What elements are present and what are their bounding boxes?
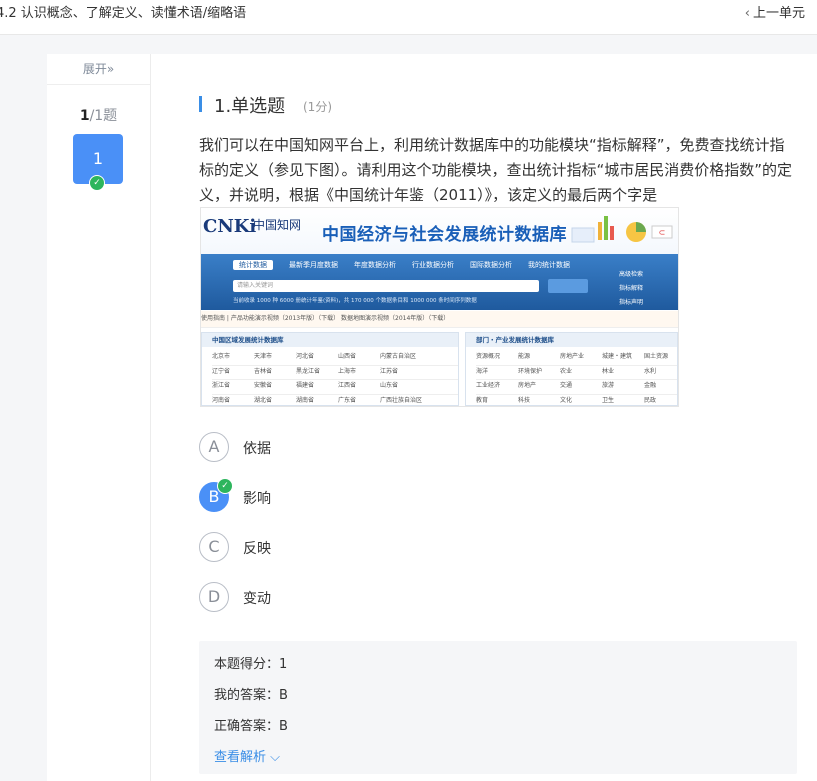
- figure-title: 中国经济与社会发展统计数据库: [322, 225, 567, 245]
- expand-button[interactable]: 展开»: [47, 54, 150, 85]
- view-analysis-link[interactable]: 查看解析 ⌵: [214, 746, 280, 765]
- question-main: 1.单选题 (1分) 我们可以在中国知网平台上，利用统计数据库中的功能模块“指标…: [151, 54, 817, 781]
- question-score: (1分): [303, 100, 332, 114]
- figure-grid-row: 河南省 湖北省 湖南省 广东省 广西壮族自治区: [212, 395, 458, 407]
- figure-side-links: 高级检索 指标解释 指标声明: [619, 268, 643, 310]
- figure-tab: 国际数据分析: [470, 261, 512, 269]
- score-line: 本题得分：1: [214, 657, 288, 672]
- option-letter-d: D: [199, 582, 229, 612]
- counter-current: 1: [79, 108, 90, 124]
- figure-grid-row: 工业经济 房地产 交通 旅游 金融: [476, 380, 677, 395]
- question-number-button[interactable]: 1 ✓: [73, 134, 123, 191]
- figure-hint: 当前收录 1000 种 6000 册统计年鉴(资料)，共 170 000 个数据…: [233, 298, 477, 304]
- figure-search-input: 请输入关键词: [233, 280, 539, 292]
- option-text-a: 依据: [243, 441, 271, 457]
- question-title: 1.单选题: [214, 96, 286, 117]
- question-figure: CNKi 中国知网 中国经济与社会发展统计数据库 ⊂ 统计数据 最新季月度数据 年度…: [200, 207, 679, 407]
- unit-title: 4.2 认识概念、了解定义、读懂术语/缩略语: [0, 6, 247, 21]
- figure-grid-row: 教育 科技 文化 卫生 民政: [476, 395, 677, 407]
- figure-search-band: 统计数据 最新季月度数据 年度数据分析 行业数据分析 国际数据分析 我的统计数据 请输入关…: [201, 254, 678, 310]
- figure-tab: 最新季月度数据: [289, 261, 338, 269]
- figure-tabs: 统计数据 最新季月度数据 年度数据分析 行业数据分析 国际数据分析 我的统计数据: [233, 260, 586, 270]
- question-number: 1: [92, 149, 104, 168]
- figure-grid-row: 辽宁省 吉林省 黑龙江省 上海市 江苏省: [212, 366, 458, 380]
- figure-guide-band: 使用指南 | 产品功能演示视频（2013年版）（下载） 数据地图演示视频（201…: [201, 311, 678, 328]
- figure-tab: 行业数据分析: [412, 261, 454, 269]
- svg-text:⊂: ⊂: [659, 228, 666, 237]
- chevron-left-icon: ‹: [744, 6, 750, 21]
- figure-side-link: 指标解释: [619, 285, 644, 292]
- figure-side-link: 指标声明: [619, 299, 644, 306]
- view-analysis-label: 查看解析: [214, 750, 267, 765]
- option-letter-c: C: [199, 532, 229, 562]
- figure-grid-row: 资源概况 能源 房地产业 城建・建筑 国土资源: [476, 351, 677, 366]
- my-answer: 我的答案：B: [214, 688, 288, 703]
- figure-search-button: [548, 279, 588, 293]
- figure-tab: 统计数据: [233, 260, 273, 270]
- option-letter-a: A: [199, 432, 229, 462]
- question-counter: 1/1题: [47, 105, 150, 125]
- chart-decoration-icon: ⊂: [571, 216, 673, 243]
- figure-grid-row: 北京市 天津市 河北省 山西省 内蒙古自治区: [212, 351, 458, 366]
- prev-unit-button[interactable]: ‹ 上一单元: [745, 2, 805, 21]
- option-text-d: 变动: [243, 591, 271, 607]
- figure-left-panel: 中国区域发展统计数据库 北京市 天津市 河北省 山西省 内蒙古自治区 辽宁省 吉林省 黑龙江…: [201, 332, 459, 406]
- question-nav-panel: 展开» 1/1题 1 ✓: [47, 54, 151, 781]
- figure-tab: 年度数据分析: [354, 261, 396, 269]
- question-stem: 我们可以在中国知网平台上，利用统计数据库中的功能模块“指标解释”，免费查找统计指…: [199, 136, 793, 204]
- counter-total: /1题: [89, 108, 118, 124]
- figure-right-grid: 资源概况 能源 房地产业 城建・建筑 国土资源 海洋 环境保护 农业 林业 水利 工业经济 房地产…: [466, 347, 677, 407]
- check-icon: ✓: [217, 478, 233, 494]
- figure-grid-row: 海洋 环境保护 农业 林业 水利: [476, 366, 677, 380]
- option-text-c: 反映: [243, 541, 271, 557]
- check-icon: ✓: [89, 175, 105, 191]
- figure-tab: 我的统计数据: [528, 261, 570, 269]
- cnki-logo-sub: 中国知网: [253, 218, 302, 232]
- result-panel: 本题得分：1 我的答案：B 正确答案：B 查看解析 ⌵: [199, 641, 797, 774]
- figure-side-link: 高级检索: [619, 271, 644, 278]
- figure-grid-row: 浙江省 安徽省 福建省 江西省 山东省: [212, 380, 458, 395]
- correct-answer: 正确答案：B: [214, 719, 288, 734]
- prev-unit-label: 上一单元: [752, 6, 805, 21]
- figure-left-grid: 北京市 天津市 河北省 山西省 内蒙古自治区 辽宁省 吉林省 黑龙江省 上海市 江苏省 浙江省安…: [202, 347, 458, 407]
- option-text-b: 影响: [243, 491, 271, 507]
- cnki-logo: CNKi: [203, 216, 257, 237]
- top-bar: 4.2 认识概念、了解定义、读懂术语/缩略语 ‹ 上一单元: [0, 0, 817, 35]
- figure-left-panel-title: 中国区域发展统计数据库: [202, 333, 458, 347]
- figure-header: CNKi 中国知网 中国经济与社会发展统计数据库 ⊂: [201, 208, 678, 254]
- figure-right-panel: 部门・产业发展统计数据库 资源概况 能源 房地产业 城建・建筑 国土资源 海洋 环境保护农…: [465, 332, 678, 406]
- figure-right-panel-title: 部门・产业发展统计数据库: [466, 333, 677, 347]
- chevron-down-icon: ⌵: [270, 750, 281, 765]
- title-accent-bar: [199, 96, 202, 112]
